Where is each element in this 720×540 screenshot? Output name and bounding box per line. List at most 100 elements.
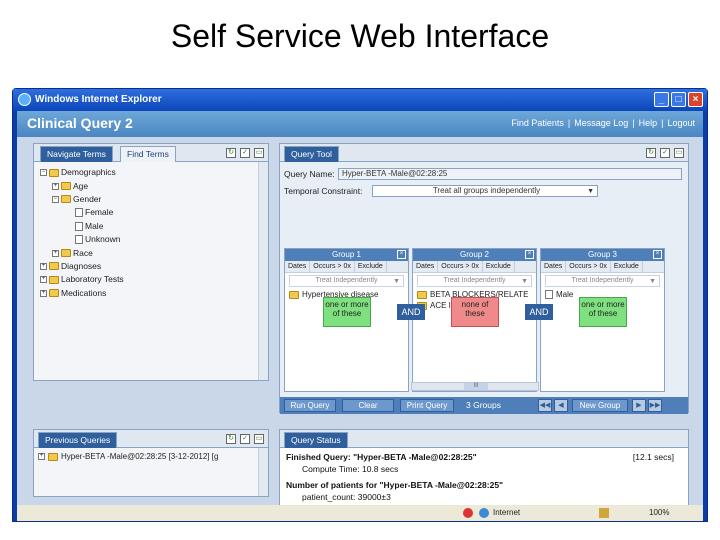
group-logic-badge: one or more of these — [323, 297, 371, 327]
first-group-icon[interactable]: ◀◀ — [538, 399, 552, 412]
print-query-button[interactable]: Print Query — [400, 399, 454, 412]
window-icon[interactable]: ▭ — [674, 148, 684, 158]
query-icon — [48, 452, 58, 461]
window-icon[interactable]: ▭ — [254, 434, 264, 444]
expand-icon[interactable]: + — [40, 276, 47, 284]
check-icon[interactable]: ✓ — [660, 148, 670, 158]
group-timing-value: Treat Independently — [571, 277, 634, 284]
group-timing-select[interactable]: Treat Independently ▼ — [417, 275, 532, 287]
tree-node[interactable]: + Race — [40, 246, 124, 259]
document-icon — [545, 290, 553, 299]
expand-icon[interactable]: + — [40, 289, 47, 297]
zone-label: Internet — [493, 508, 521, 517]
minimize-button[interactable]: _ — [654, 92, 669, 107]
scroll-thumb[interactable]: III — [464, 383, 488, 390]
run-query-button[interactable]: Run Query — [284, 399, 336, 412]
zoom-level[interactable]: 100% — [649, 505, 669, 521]
tree-node[interactable]: + Laboratory Tests — [40, 273, 124, 286]
temporal-select[interactable]: Treat all groups independently ▼ — [372, 185, 598, 197]
group-exclude-button[interactable]: Exclude — [483, 261, 515, 272]
document-icon — [75, 221, 83, 231]
temporal-label: Temporal Constraint: — [284, 186, 363, 196]
folder-icon — [417, 290, 427, 299]
query-group[interactable]: Group 2 × Dates Occurs > 0x Exclude Treat Ind… — [412, 248, 537, 392]
folder-icon — [49, 289, 59, 298]
expand-icon[interactable]: + — [40, 262, 47, 270]
collapse-icon[interactable]: − — [52, 195, 59, 203]
window-icon[interactable]: ▭ — [254, 148, 264, 158]
tree-node[interactable]: + Diagnoses — [40, 260, 124, 273]
horizontal-scrollbar[interactable]: III — [411, 382, 539, 391]
tree-node[interactable]: Male — [40, 220, 124, 233]
refresh-icon[interactable]: ↻ — [646, 148, 656, 158]
link-separator: | — [661, 118, 664, 128]
new-group-button[interactable]: New Group — [572, 399, 628, 412]
vertical-scrollbar[interactable] — [258, 162, 268, 380]
group-timing-value: Treat Independently — [443, 277, 506, 284]
tree-node[interactable]: Female — [40, 206, 124, 219]
group-dates-button[interactable]: Dates — [285, 261, 311, 272]
tree-node[interactable]: + Medications — [40, 287, 124, 300]
next-group-icon[interactable]: ▶ — [632, 399, 646, 412]
tab-query-status[interactable]: Query Status — [284, 432, 348, 448]
expand-icon[interactable]: + — [52, 182, 59, 190]
check-icon[interactable]: ✓ — [240, 148, 250, 158]
group-exclude-button[interactable]: Exclude — [355, 261, 387, 272]
tab-navigate-terms[interactable]: Navigate Terms — [40, 146, 113, 162]
group-logic-badge: one or more of these — [579, 297, 627, 327]
dropdown-arrow-icon: ▼ — [587, 188, 594, 195]
help-link[interactable]: Help — [639, 118, 658, 128]
remove-group-icon[interactable]: × — [397, 250, 406, 259]
query-status-tabbar: Query Status — [280, 430, 688, 448]
expand-icon[interactable]: + — [52, 249, 59, 257]
check-icon[interactable]: ✓ — [240, 434, 250, 444]
group-buttons: Dates Occurs > 0x Exclude — [413, 261, 536, 273]
window-titlebar: Windows Internet Explorer _ □ × — [13, 89, 707, 111]
logout-link[interactable]: Logout — [667, 118, 695, 128]
message-log-link[interactable]: Message Log — [574, 118, 628, 128]
document-icon — [75, 235, 83, 245]
tab-find-terms[interactable]: Find Terms — [120, 146, 176, 162]
group-term-label: Male — [556, 290, 574, 299]
query-name-label: Query Name: — [284, 169, 335, 179]
tree-node[interactable]: Unknown — [40, 233, 124, 246]
ie-icon — [18, 93, 31, 106]
find-patients-link[interactable]: Find Patients — [511, 118, 564, 128]
refresh-icon[interactable]: ↻ — [226, 148, 236, 158]
lock-icon — [599, 508, 609, 518]
group-title: Group 3 — [588, 250, 617, 259]
tree-node[interactable]: − Demographics — [40, 166, 124, 179]
tab-query-tool[interactable]: Query Tool — [284, 146, 339, 162]
group-timing-select[interactable]: Treat Independently ▼ — [545, 275, 660, 287]
refresh-icon[interactable]: ↻ — [226, 434, 236, 444]
last-group-icon[interactable]: ▶▶ — [648, 399, 662, 412]
expand-icon[interactable]: + — [38, 453, 45, 460]
tree-node[interactable]: + Age — [40, 179, 124, 192]
app-header: Clinical Query 2 Find Patients | Message… — [17, 111, 703, 137]
remove-group-icon[interactable]: × — [525, 250, 534, 259]
group-header: Group 1 × — [285, 249, 408, 261]
group-occurs-button[interactable]: Occurs > 0x — [566, 261, 611, 272]
group-occurs-button[interactable]: Occurs > 0x — [310, 261, 355, 272]
group-exclude-button[interactable]: Exclude — [611, 261, 643, 272]
query-name-input[interactable]: Hyper-BETA -Male@02:28:25 — [338, 168, 682, 180]
temporal-value: Treat all groups independently — [432, 186, 541, 195]
tree-node-label: Demographics — [61, 167, 116, 178]
maximize-button[interactable]: □ — [671, 92, 686, 107]
clear-button[interactable]: Clear — [342, 399, 394, 412]
query-button-row: Run Query Clear Print Query 3 Groups ◀◀ … — [280, 397, 688, 414]
collapse-icon[interactable]: − — [40, 169, 47, 177]
group-dates-button[interactable]: Dates — [541, 261, 567, 272]
query-group[interactable]: Group 3 × Dates Occurs > 0x Exclude Treat Ind… — [540, 248, 665, 392]
group-timing-select[interactable]: Treat Independently ▼ — [289, 275, 404, 287]
tree-node[interactable]: − Gender — [40, 193, 124, 206]
remove-group-icon[interactable]: × — [653, 250, 662, 259]
group-occurs-button[interactable]: Occurs > 0x — [438, 261, 483, 272]
close-button[interactable]: × — [688, 92, 703, 107]
vertical-scrollbar[interactable] — [258, 448, 268, 496]
prev-group-icon[interactable]: ◀ — [554, 399, 568, 412]
previous-query-item[interactable]: + Hyper-BETA -Male@02:28:25 [3-12-2012] … — [38, 452, 254, 461]
tab-previous-queries[interactable]: Previous Queries — [38, 432, 118, 448]
query-group[interactable]: Group 1 × Dates Occurs > 0x Exclude Treat Ind… — [284, 248, 409, 392]
group-dates-button[interactable]: Dates — [413, 261, 439, 272]
